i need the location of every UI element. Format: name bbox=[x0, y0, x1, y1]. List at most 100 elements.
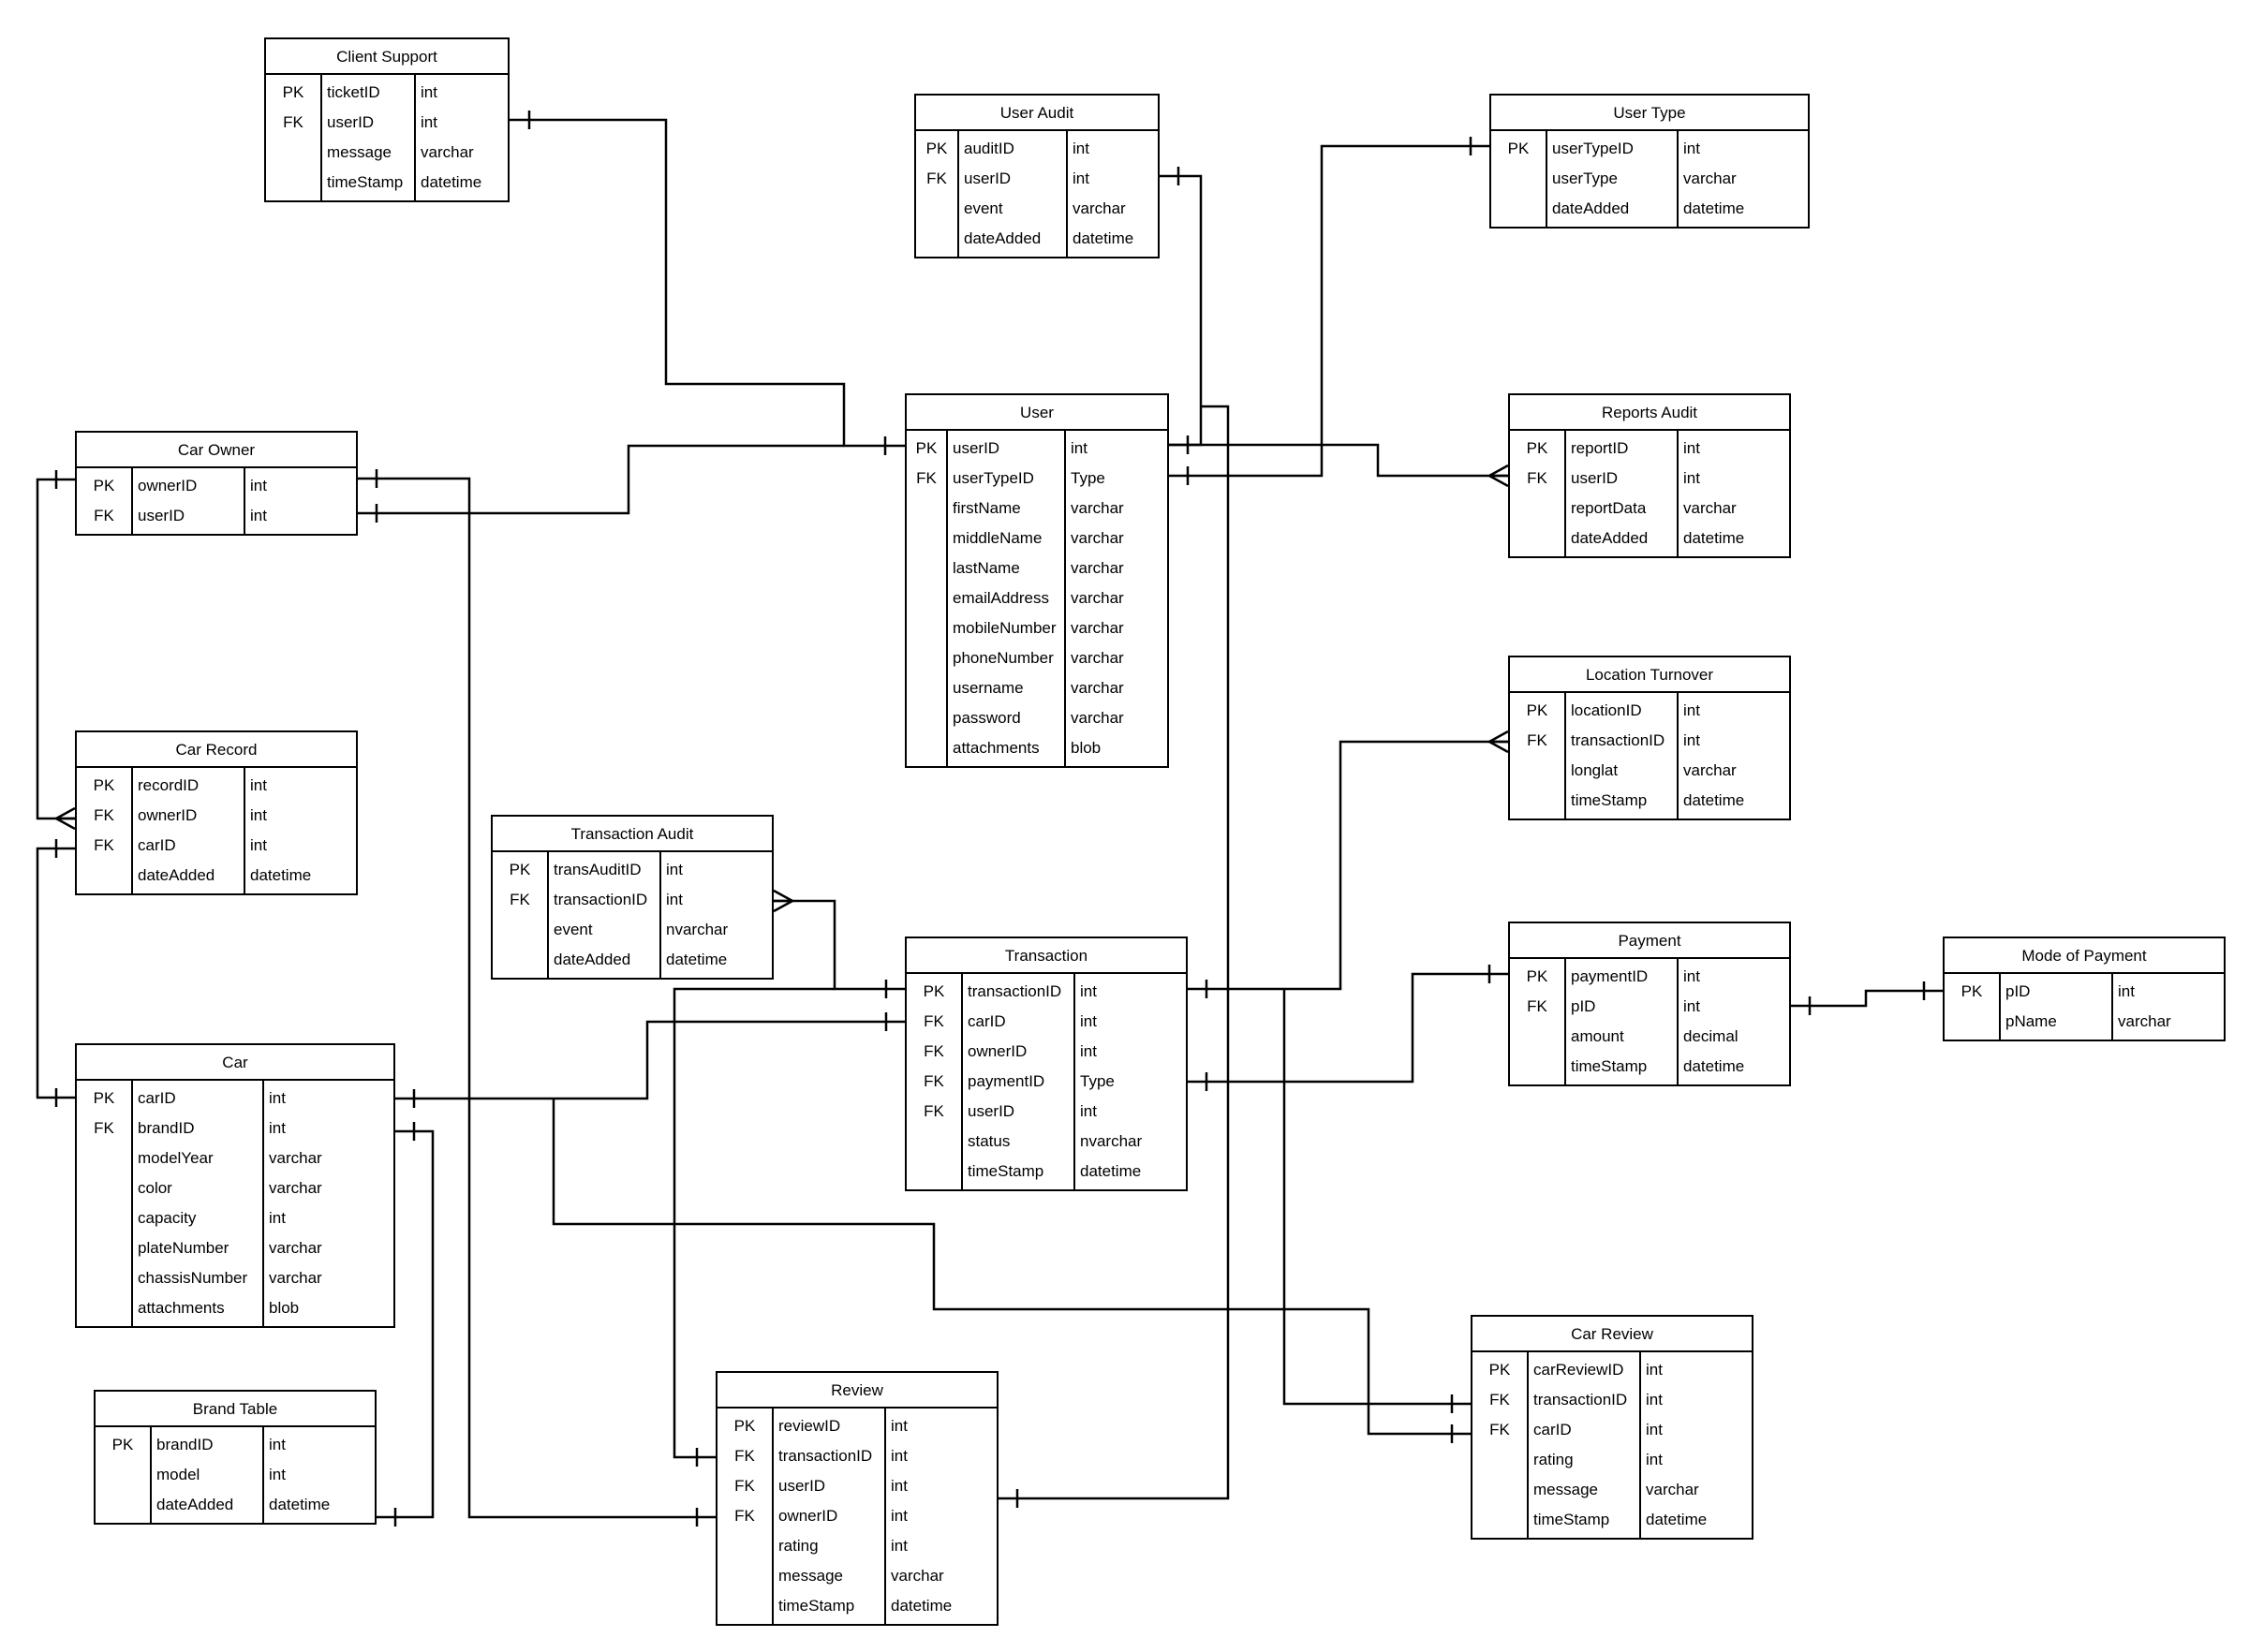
entity-client-support[interactable]: Client Support PK FK ticketID userID message t… bbox=[264, 37, 510, 202]
type-column: int int int datetime bbox=[245, 768, 355, 893]
field-type: varchar bbox=[1683, 499, 1737, 517]
field-key bbox=[718, 1591, 772, 1621]
field-name: userID bbox=[968, 1102, 1015, 1120]
field-key: FK bbox=[94, 806, 114, 824]
field-key bbox=[1472, 1505, 1527, 1535]
field-type: int bbox=[1071, 439, 1088, 457]
field-type: int bbox=[250, 836, 267, 854]
field-name: ticketID bbox=[327, 83, 380, 101]
field-key bbox=[77, 1233, 131, 1263]
field-name: timeStamp bbox=[968, 1162, 1044, 1180]
field-type: int bbox=[891, 1537, 908, 1555]
entity-car-review[interactable]: Car Review PK FK FK carReviewID transactionID… bbox=[1471, 1315, 1753, 1540]
field-key: PK bbox=[925, 140, 948, 157]
key-column: PK FK bbox=[1510, 431, 1566, 556]
field-key bbox=[96, 1460, 150, 1490]
field-type: varchar bbox=[2118, 1012, 2171, 1030]
field-name: userID bbox=[964, 170, 1012, 187]
key-column: PK FK FK FK bbox=[718, 1409, 774, 1624]
entity-mode-of-payment[interactable]: Mode of Payment PK pID pName int varchar bbox=[1943, 937, 2226, 1041]
field-name: lastName bbox=[953, 559, 1020, 577]
field-name: auditID bbox=[964, 140, 1014, 157]
field-name: pID bbox=[1571, 997, 1596, 1015]
field-name: userTypeID bbox=[1552, 140, 1634, 157]
entity-user-type[interactable]: User Type PK userTypeID userType dateAdded in… bbox=[1489, 94, 1810, 229]
name-column: pID pName bbox=[2001, 974, 2113, 1040]
name-column: locationID transactionID longlat timeStamp bbox=[1566, 693, 1679, 819]
entity-title: Transaction bbox=[907, 938, 1186, 974]
line-user-usertype bbox=[1169, 144, 1489, 478]
entity-car[interactable]: Car PK FK carID brandID modelYear color capacit… bbox=[75, 1043, 395, 1328]
field-type: varchar bbox=[1071, 619, 1124, 637]
field-name: userTypeID bbox=[953, 469, 1034, 487]
entity-title: User Audit bbox=[916, 96, 1158, 131]
entity-user[interactable]: User PK FK userID userTypeID firstName middleN… bbox=[905, 393, 1169, 768]
key-column: PK bbox=[96, 1427, 152, 1523]
entity-brand-table[interactable]: Brand Table PK brandID model dateAdded int int… bbox=[94, 1390, 377, 1525]
name-column: carID brandID modelYear color capacity plateN… bbox=[133, 1081, 264, 1326]
field-key bbox=[1491, 194, 1546, 224]
field-type: nvarchar bbox=[1080, 1132, 1143, 1150]
field-type: varchar bbox=[269, 1269, 322, 1287]
entity-title: Car Record bbox=[77, 732, 356, 768]
field-key bbox=[907, 613, 946, 643]
key-column: PK bbox=[1491, 131, 1547, 227]
field-name: middleName bbox=[953, 529, 1043, 547]
field-key: FK bbox=[734, 1477, 755, 1495]
field-name: reviewID bbox=[778, 1417, 841, 1435]
field-type: int bbox=[666, 861, 683, 878]
entity-transaction-audit[interactable]: Transaction Audit PK FK transAuditID transac… bbox=[491, 815, 774, 980]
field-name: pID bbox=[2005, 982, 2031, 1000]
field-type: int bbox=[1646, 1421, 1663, 1438]
entity-columns: PK pID pName int varchar bbox=[1945, 974, 2224, 1040]
field-name: dateAdded bbox=[1571, 529, 1649, 547]
key-column: PK FK FK bbox=[77, 768, 133, 893]
key-column: PK bbox=[1945, 974, 2001, 1040]
key-column: PK FK bbox=[77, 1081, 133, 1326]
entity-location-turnover[interactable]: Location Turnover PK FK locationID transacti… bbox=[1508, 656, 1791, 820]
field-type: datetime bbox=[1073, 229, 1134, 247]
field-name: capacity bbox=[138, 1209, 197, 1227]
field-type: varchar bbox=[1073, 199, 1126, 217]
entity-transaction[interactable]: Transaction PK FK FK FK FK transactionID carID o… bbox=[905, 937, 1188, 1191]
field-key: FK bbox=[1489, 1421, 1510, 1438]
field-type: int bbox=[1073, 140, 1089, 157]
field-name: status bbox=[968, 1132, 1011, 1150]
field-type: varchar bbox=[269, 1149, 322, 1167]
field-key: PK bbox=[93, 477, 115, 494]
entity-user-audit[interactable]: User Audit PK FK auditID userID event dateAdde… bbox=[914, 94, 1160, 258]
type-column: int int varchar datetime bbox=[1068, 131, 1157, 257]
entity-review[interactable]: Review PK FK FK FK reviewID transactionID userI… bbox=[716, 1371, 999, 1626]
entity-columns: PK userTypeID userType dateAdded int varchar d… bbox=[1491, 131, 1808, 227]
entity-columns: PK FK FK FK FK transactionID carID ownerID payme… bbox=[907, 974, 1186, 1189]
entity-title: Client Support bbox=[266, 39, 508, 75]
field-key: FK bbox=[734, 1507, 755, 1525]
entity-car-record[interactable]: Car Record PK FK FK recordID ownerID carID date… bbox=[75, 730, 358, 895]
entity-car-owner[interactable]: Car Owner PK FK ownerID userID int int bbox=[75, 431, 358, 536]
field-key: PK bbox=[1526, 439, 1548, 457]
entity-title: Car Owner bbox=[77, 433, 356, 468]
field-key: FK bbox=[1527, 997, 1547, 1015]
field-type: int bbox=[421, 83, 437, 101]
field-name: timeStamp bbox=[327, 173, 404, 191]
field-name: userType bbox=[1552, 170, 1618, 187]
field-name: longlat bbox=[1571, 761, 1619, 779]
entity-columns: PK FK locationID transactionID longlat timeSt… bbox=[1510, 693, 1789, 819]
field-key bbox=[907, 1127, 961, 1157]
entity-columns: PK FK transAuditID transactionID event dateAd… bbox=[493, 852, 772, 978]
entity-columns: PK FK carID brandID modelYear color capacity pl… bbox=[77, 1081, 393, 1326]
entity-payment[interactable]: Payment PK FK paymentID pID amount timeStamp in… bbox=[1508, 922, 1791, 1086]
entity-reports-audit[interactable]: Reports Audit PK FK reportID userID reportDat… bbox=[1508, 393, 1791, 558]
field-key bbox=[1510, 1052, 1564, 1082]
field-name: transactionID bbox=[968, 982, 1062, 1000]
field-name: model bbox=[156, 1466, 200, 1483]
field-name: locationID bbox=[1571, 701, 1642, 719]
field-type: varchar bbox=[1071, 499, 1124, 517]
field-name: ownerID bbox=[778, 1507, 838, 1525]
field-type: int bbox=[1080, 982, 1097, 1000]
type-column: int int varchar datetime bbox=[416, 75, 507, 200]
field-name: message bbox=[327, 143, 392, 161]
line-user-reportsaudit bbox=[1169, 443, 1508, 478]
field-key: FK bbox=[926, 170, 947, 187]
name-column: reportID userID reportData dateAdded bbox=[1566, 431, 1679, 556]
